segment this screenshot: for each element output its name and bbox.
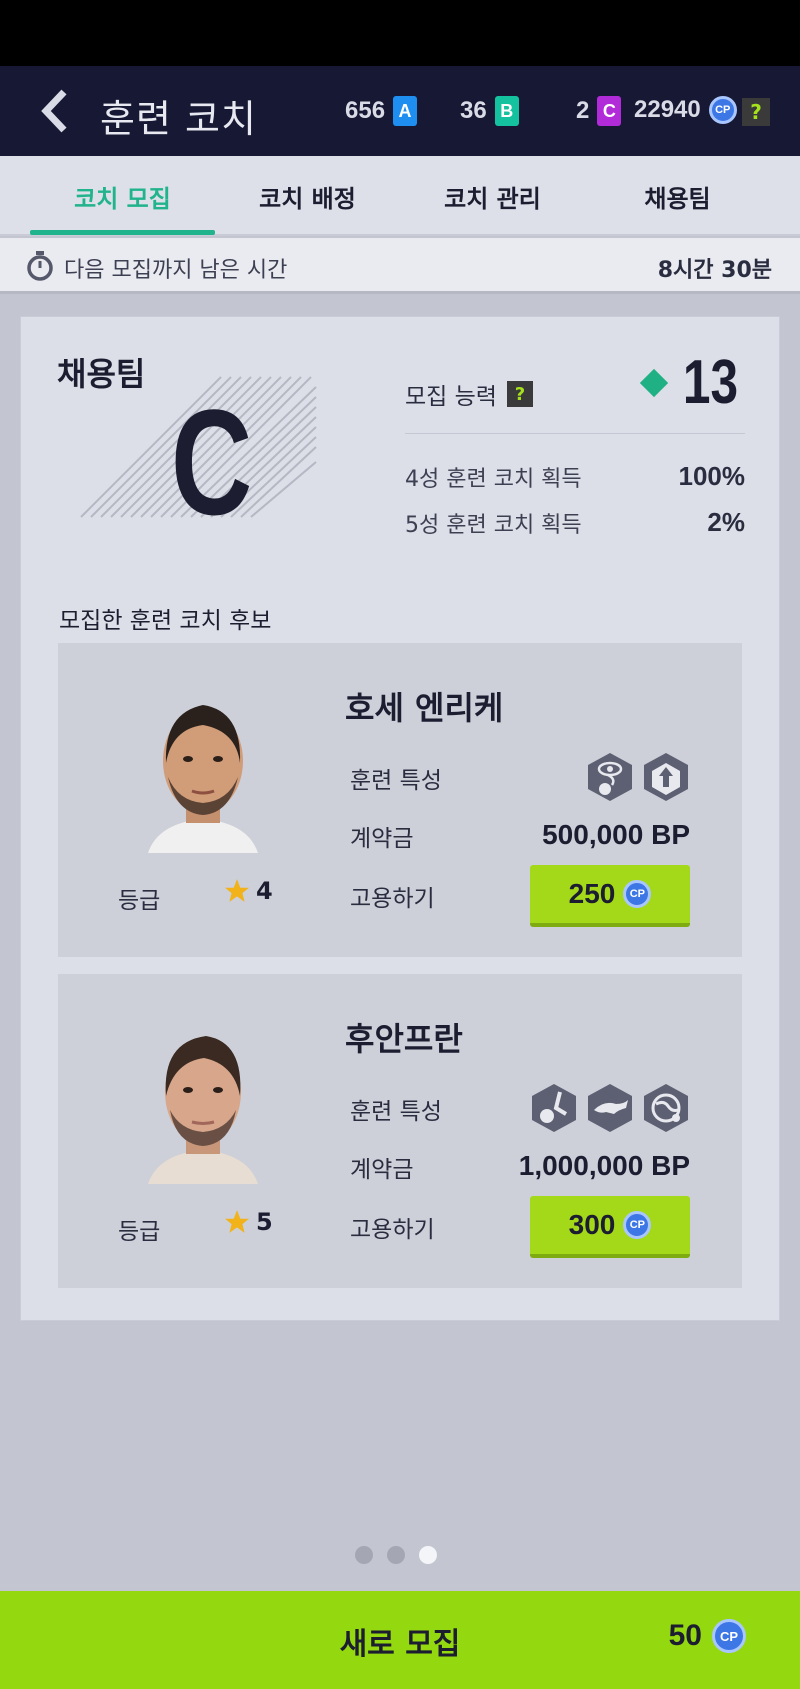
tab-bar: 코치 모집 코치 배정 코치 관리 채용팀: [0, 156, 800, 236]
coach-candidate-card: 등급 5 후안프란 훈련 특성 계약금 1,000,000 BP 고용하기 30…: [58, 974, 742, 1288]
tab-coach-assign[interactable]: 코치 배정: [215, 156, 400, 236]
hire-label: 고용하기: [350, 886, 435, 912]
stopwatch-icon: [27, 251, 53, 281]
coach-candidate-card: 등급 4 호세 엔리케 훈련 특성 계약금 500,000 BP 고용하기 25…: [58, 643, 742, 957]
candidates-heading: 모집한 훈련 코치 후보: [59, 608, 272, 634]
currency-ticket-b: 36 B: [460, 96, 519, 126]
grade-label: 등급: [118, 1219, 161, 1245]
trait-list: [586, 751, 690, 803]
cp-coin-icon: CP: [623, 880, 652, 908]
new-recruit-button[interactable]: 새로 모집 50 CP: [0, 1591, 800, 1689]
back-button[interactable]: [30, 86, 80, 136]
probability-label: 5성 훈련 코치 획득: [405, 513, 582, 538]
probability-value: 2%: [707, 507, 745, 537]
chevron-left-icon: [41, 89, 67, 133]
recruit-ability-value: 13: [682, 348, 739, 417]
trait-label: 훈련 특성: [350, 1099, 442, 1125]
hire-label: 고용하기: [350, 1217, 435, 1243]
page-title: 훈련 코치: [100, 97, 257, 141]
eye-ball-trait-icon[interactable]: [586, 751, 634, 803]
contract-value: 1,000,000 BP: [518, 1150, 690, 1181]
top-header: 훈련 코치 656 A 36 B 2 C 22940 CP ?: [0, 66, 800, 156]
tab-recruit-team[interactable]: 채용팀: [585, 156, 770, 236]
cp-coin-icon: CP: [708, 96, 737, 124]
ability-help-button[interactable]: ?: [506, 381, 533, 407]
cp-count: 22940: [634, 96, 701, 123]
contract-value: 500,000 BP: [542, 819, 690, 850]
trait-label: 훈련 특성: [350, 768, 442, 794]
recruit-ability: 모집 능력 ?: [405, 377, 533, 411]
currency-ticket-a: 656 A: [345, 96, 418, 126]
star-icon: [225, 1210, 249, 1233]
probability-row-5star: 5성 훈련 코치 획득 2%: [405, 507, 745, 539]
ticket-c-count: 2: [576, 97, 590, 124]
ability-value-group: 13: [639, 347, 745, 418]
probability-row-4star: 4성 훈련 코치 획득 100%: [405, 461, 745, 493]
active-tab-indicator: [30, 230, 215, 235]
star-icon: [225, 879, 249, 902]
globe-trait-icon[interactable]: [642, 1082, 690, 1134]
sprint-trait-icon[interactable]: [586, 1082, 634, 1134]
help-button[interactable]: ?: [742, 98, 770, 126]
contract-label: 계약금: [350, 826, 414, 852]
ticket-b-count: 36: [460, 97, 487, 124]
ticket-a-icon: A: [393, 96, 418, 126]
recruit-team-label: 채용팀: [57, 355, 146, 393]
coach-name: 호세 엔리케: [345, 689, 504, 727]
recruit-ability-label: 모집 능력: [405, 384, 497, 410]
probability-label: 4성 훈련 코치 획득: [405, 467, 582, 492]
grade-value: 4: [256, 877, 273, 905]
currency-ticket-c: 2 C: [576, 96, 622, 126]
recruit-timer-bar: 다음 모집까지 남은 시간 8시간 30분: [0, 238, 800, 294]
recruit-card: 채용팀 C 모집 능력 ? 13 4성 훈련 코치 획득 100% 5성 훈련 …: [20, 316, 780, 1321]
coach-portrait: [128, 1004, 278, 1184]
hire-button[interactable]: 250 CP: [530, 865, 690, 927]
trait-list: [530, 1082, 690, 1134]
grade-stars: 5: [224, 1208, 273, 1236]
hire-button[interactable]: 300 CP: [530, 1196, 690, 1258]
status-bar: [0, 0, 800, 66]
page-dot[interactable]: [387, 1546, 405, 1564]
new-recruit-cost: 50 CP: [669, 1619, 746, 1653]
kick-trait-icon[interactable]: [530, 1082, 578, 1134]
probability-value: 100%: [678, 461, 746, 491]
new-recruit-cost-value: 50: [668, 1619, 702, 1652]
recruit-team-grade: C: [171, 378, 253, 546]
page-dot[interactable]: [355, 1546, 373, 1564]
ticket-c-icon: C: [597, 96, 622, 126]
currency-cp: 22940 CP: [634, 96, 737, 124]
upgrade-arrow-trait-icon[interactable]: [642, 751, 690, 803]
diamond-icon: [639, 368, 669, 397]
tab-coach-recruit[interactable]: 코치 모집: [30, 156, 215, 236]
grade-value: 5: [256, 1208, 273, 1236]
contract-label: 계약금: [350, 1157, 414, 1183]
timer-label: 다음 모집까지 남은 시간: [64, 258, 288, 283]
grade-label: 등급: [118, 888, 161, 914]
coach-name: 후안프란: [345, 1020, 463, 1058]
hire-cost: 250: [568, 878, 616, 909]
tab-coach-manage[interactable]: 코치 관리: [400, 156, 585, 236]
grade-stars: 4: [224, 877, 273, 905]
page-indicator: [355, 1546, 437, 1564]
cp-coin-icon: CP: [623, 1211, 652, 1239]
cp-coin-icon: CP: [712, 1619, 746, 1653]
hire-cost: 300: [568, 1209, 616, 1240]
coach-portrait: [128, 673, 278, 853]
timer-value: 8시간 30분: [657, 258, 772, 283]
page-dot-active[interactable]: [419, 1546, 437, 1564]
ticket-b-icon: B: [494, 96, 519, 126]
divider: [405, 433, 745, 434]
ticket-a-count: 656: [345, 97, 386, 124]
